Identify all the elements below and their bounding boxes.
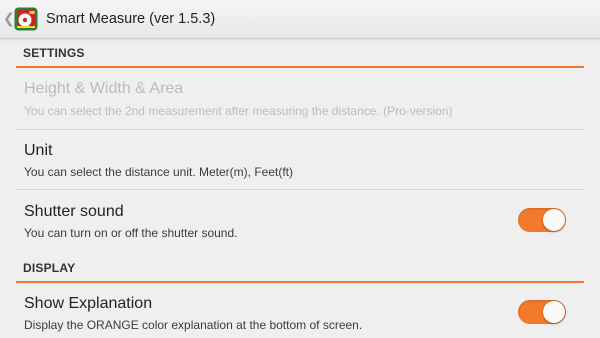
show-explanation-toggle[interactable] [518, 300, 566, 324]
pref-summary: You can turn on or off the shutter sound… [24, 226, 238, 240]
pref-unit[interactable]: Unit You can select the distance unit. M… [16, 130, 584, 188]
back-chevron-icon: ❮ [3, 10, 15, 26]
pref-summary: You can select the distance unit. Meter(… [24, 165, 294, 179]
tape-measure-icon [14, 7, 38, 31]
pref-show-explanation[interactable]: Show Explanation Display the ORANGE colo… [16, 284, 584, 338]
settings-screen: ❮ Smart Measure (ver 1.5.3) SETTINGS Hei… [0, 0, 600, 338]
action-bar: ❮ Smart Measure (ver 1.5.3) [0, 0, 600, 39]
section-title: SETTINGS [23, 46, 85, 60]
pref-height-width-area: Height & Width & Area You can select the… [16, 72, 584, 128]
section-header-display: DISPLAY [16, 255, 584, 283]
up-navigation-button[interactable]: ❮ [0, 0, 46, 38]
pref-summary: Display the ORANGE color explanation at … [24, 318, 363, 332]
section-title: DISPLAY [23, 261, 76, 275]
pref-title: Height & Width & Area [24, 80, 184, 97]
pref-title: Shutter sound [24, 203, 124, 220]
toggle-knob [543, 209, 565, 231]
pref-title: Show Explanation [24, 295, 153, 312]
app-title: Smart Measure (ver 1.5.3) [46, 11, 216, 27]
pref-shutter-sound[interactable]: Shutter sound You can turn on or off the… [16, 190, 584, 248]
section-header-settings: SETTINGS [16, 40, 584, 68]
toggle-knob [543, 301, 565, 323]
pref-title: Unit [24, 142, 53, 159]
shutter-sound-toggle[interactable] [518, 208, 566, 232]
pref-summary: You can select the 2nd measurement after… [24, 104, 453, 118]
